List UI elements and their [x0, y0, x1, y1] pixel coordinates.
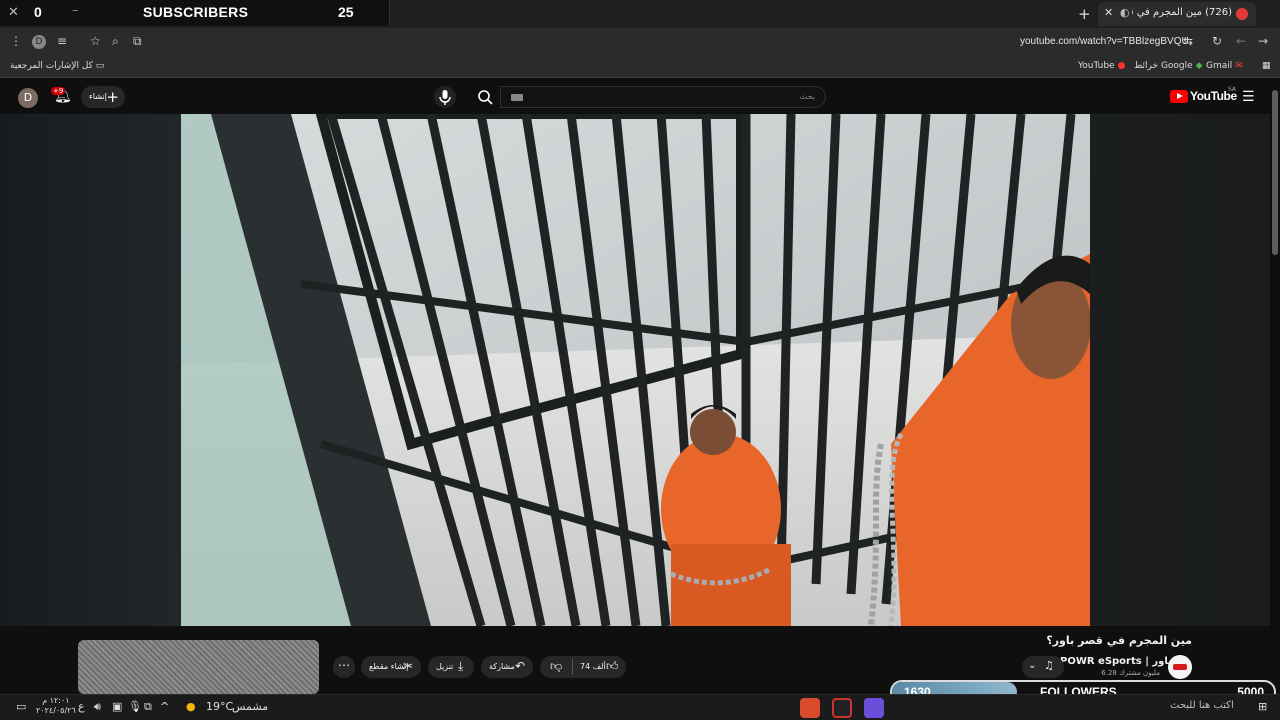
- subscribers-label: SUBSCRIBERS: [143, 4, 249, 20]
- download-button[interactable]: تنزيل ⤓: [428, 656, 474, 678]
- create-label: إنشاء: [89, 92, 107, 101]
- weather-sun-icon[interactable]: ●: [186, 700, 196, 713]
- reading-list-icon[interactable]: ≡: [57, 34, 67, 48]
- folder-icon: ▭: [95, 61, 105, 71]
- tray-icon[interactable]: ⧉: [144, 700, 152, 714]
- scissors-icon: ✂: [403, 659, 414, 673]
- divider: [572, 659, 573, 675]
- forward-icon[interactable]: →: [1258, 34, 1268, 48]
- profile-avatar[interactable]: D: [32, 35, 46, 49]
- video-title: مين المجرم في قصر باور؟: [1046, 634, 1192, 647]
- url-field[interactable]: youtube.com/watch?v=TBBlzegBVQU: [1020, 36, 1189, 47]
- reload-icon[interactable]: ↻: [1212, 34, 1222, 48]
- like-count[interactable]: 74 ألف: [580, 662, 606, 671]
- create-button[interactable]: إنشاء +: [81, 86, 125, 108]
- more-actions-button[interactable]: ⋯: [333, 656, 355, 678]
- guide-menu-icon[interactable]: ☰: [1242, 89, 1255, 105]
- plus-icon: +: [106, 88, 119, 106]
- chevron-down-icon: ⌄: [1028, 660, 1037, 671]
- notification-badge: +9: [51, 87, 66, 95]
- youtube-play-icon: [1170, 90, 1188, 103]
- account-avatar[interactable]: D: [18, 88, 38, 108]
- dislike-icon[interactable]: 👎︎: [550, 659, 562, 674]
- new-tab-button[interactable]: +: [1078, 5, 1091, 23]
- bookmark-google-maps[interactable]: خرائط Google ◆: [1134, 61, 1202, 71]
- bookmark-star-icon[interactable]: ☆: [90, 34, 101, 48]
- clock-time: ١٢:٠١ م: [42, 696, 70, 705]
- subscribed-notifications-button[interactable]: ⌄ ♫: [1022, 656, 1064, 678]
- voice-search-mic-icon[interactable]: [434, 86, 456, 108]
- share-button[interactable]: مشاركة ↶: [481, 656, 533, 678]
- microphone-icon[interactable]: 🎙︎: [128, 700, 142, 713]
- channel-name[interactable]: POWR eSports | باور: [1060, 656, 1172, 667]
- subscribers-count: 25: [338, 4, 354, 20]
- bell-icon: ♫: [1044, 659, 1054, 672]
- subscribers-left-value: 0: [34, 4, 42, 20]
- weather-temp[interactable]: 19°C: [206, 700, 233, 713]
- network-icon[interactable]: ▣: [112, 700, 122, 713]
- install-app-icon[interactable]: ⧉: [133, 34, 142, 49]
- search-placeholder: بحث: [799, 92, 815, 101]
- share-icon: ↶: [515, 659, 526, 673]
- clock-date: ٢٠٢٤/٠٥/٢٦: [36, 706, 76, 715]
- download-icon: ⤓: [458, 659, 464, 673]
- close-icon[interactable]: ✕: [8, 5, 19, 20]
- browser-address-bar: ⋮ D ≡ ☆ ⌕ ⧉ youtube.com/watch?v=TBBlzegB…: [0, 28, 1280, 56]
- page-scrollbar[interactable]: [1272, 90, 1278, 255]
- bookmarks-bar: كل الإشارات المرجعية ▭ YouTube ● خرائط G…: [0, 56, 1280, 78]
- clock[interactable]: ١٢:٠١ م ٢٠٢٤/٠٥/٢٦: [36, 696, 76, 716]
- tab-title: (726) مين المجرم في قصر باور: [1132, 7, 1232, 18]
- youtube-icon: ●: [1117, 61, 1126, 71]
- browser-tab-bar: ✕ 0 – SUBSCRIBERS 25 + ✕ ◐ (726) مين الم…: [0, 0, 1280, 28]
- show-hidden-icons-icon[interactable]: ^: [160, 700, 169, 713]
- more-horizontal-icon: ⋯: [338, 658, 350, 672]
- search-input[interactable]: بحث: [500, 86, 826, 108]
- share-label: مشاركة: [489, 662, 515, 671]
- language-indicator[interactable]: ع: [78, 700, 85, 713]
- search-icon[interactable]: [474, 86, 496, 108]
- weather-desc[interactable]: مشمس: [232, 700, 268, 713]
- pixelated-webcam-panel: [78, 640, 319, 694]
- taskbar-search[interactable]: اكتب هنا للبحث: [1170, 700, 1234, 711]
- subscribers-overlay: ✕ 0 – SUBSCRIBERS 25: [0, 0, 390, 26]
- windows-taskbar: ▭ ١٢:٠١ م ٢٠٢٤/٠٥/٢٦ ع 🔊︎ ▣ 🎙︎ ⧉ ^ ● 19°…: [0, 694, 1280, 720]
- like-icon[interactable]: 👍︎: [606, 659, 619, 674]
- channel-subscriber-count: 6.28 مليون مشترك: [1101, 669, 1160, 677]
- download-label: تنزيل: [436, 662, 454, 671]
- volume-icon[interactable]: 🔊︎: [94, 700, 101, 714]
- minimize-icon[interactable]: –: [72, 3, 79, 18]
- discord-app-icon[interactable]: [864, 698, 884, 718]
- notifications-icon[interactable]: ▭: [16, 700, 26, 713]
- video-frame-prison-cell: [181, 114, 1090, 626]
- active-tab[interactable]: ✕ ◐ (726) مين المجرم في قصر باور: [1098, 2, 1256, 26]
- video-player[interactable]: [181, 114, 1090, 626]
- all-bookmarks-folder[interactable]: كل الإشارات المرجعية ▭: [10, 61, 104, 71]
- back-icon[interactable]: ←: [1236, 34, 1246, 48]
- tab-audio-icon[interactable]: ◐: [1120, 6, 1130, 19]
- gmail-icon: ✉: [1235, 61, 1243, 71]
- like-dislike-group: 👎︎ 74 ألف 👍︎: [540, 656, 626, 678]
- site-settings-icon[interactable]: ⇆: [1183, 34, 1193, 48]
- apps-grid-icon[interactable]: ▦: [1262, 61, 1271, 71]
- keyboard-icon[interactable]: [511, 94, 523, 101]
- chrome-app-icon[interactable]: [800, 698, 820, 718]
- more-menu-icon[interactable]: ⋮: [10, 34, 22, 48]
- bookmark-youtube[interactable]: YouTube ●: [1078, 61, 1125, 71]
- youtube-header: D 🔔︎ +9 إنشاء + بحث YouTube SA ☰: [0, 80, 1280, 114]
- tab-close-icon[interactable]: ✕: [1104, 6, 1113, 19]
- clip-button[interactable]: إنشاء مقطع ✂: [361, 656, 421, 678]
- obs-app-icon[interactable]: [832, 698, 852, 718]
- zoom-icon[interactable]: ⌕: [112, 34, 119, 49]
- country-code: SA: [1228, 86, 1237, 93]
- maps-icon: ◆: [1195, 61, 1203, 71]
- windows-start-icon[interactable]: ⊞: [1258, 700, 1267, 713]
- bookmark-gmail[interactable]: Gmail ✉: [1206, 61, 1243, 71]
- youtube-favicon-icon: [1236, 8, 1248, 20]
